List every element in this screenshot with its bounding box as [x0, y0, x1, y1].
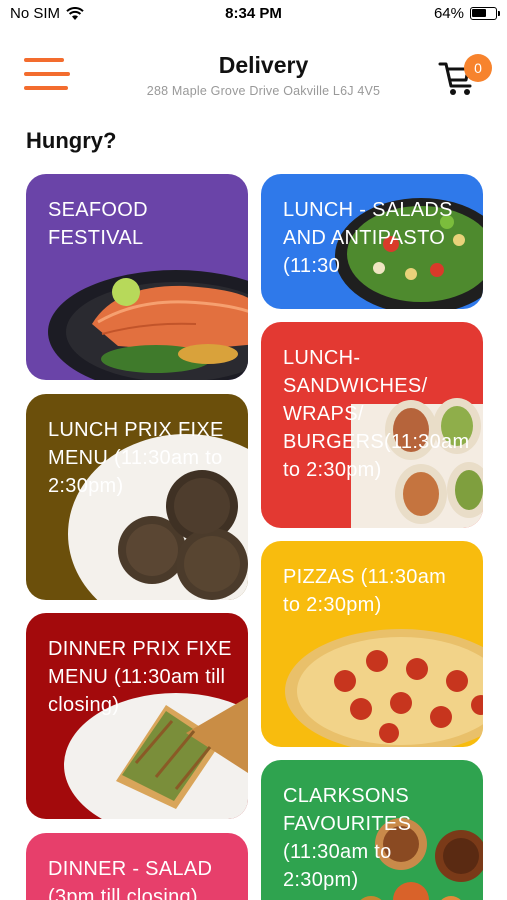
category-label: DINNER - SALAD (3pm till closing) [48, 858, 213, 900]
category-label: LUNCH-SANDWICHES/ WRAPS/ BURGERS(11:30am… [283, 347, 470, 481]
battery-fill [472, 9, 486, 17]
battery-icon [470, 7, 500, 20]
status-time: 8:34 PM [225, 5, 282, 22]
page-title: Delivery [218, 52, 309, 78]
delivery-address[interactable]: 288 Maple Grove Drive Oakville L6J 4V5 [0, 84, 507, 98]
category-card-lunch-prix-fixe[interactable]: LUNCH PRIX FIXE MENU (11:30am to 2:30pm) [26, 394, 248, 600]
category-label: DINNER PRIX FIXE MENU (11:30am till clos… [48, 638, 232, 716]
category-card-seafood-festival[interactable]: SEAFOOD FESTIVAL [26, 174, 248, 380]
category-label: PIZZAS (11:30am to 2:30pm) [283, 566, 447, 616]
battery-percent: 64% [433, 5, 464, 22]
category-label: SEAFOOD FESTIVAL [48, 199, 148, 249]
cart-count-badge: 0 [464, 54, 492, 82]
category-card-clarksons-favourites[interactable]: CLARKSONS FAVOURITES (11:30am to 2:30pm) [261, 760, 483, 900]
category-label: LUNCH - SALADS AND ANTIPASTO (11:30 [283, 199, 453, 277]
cart-button[interactable]: 0 [438, 54, 492, 98]
category-card-dinner-salad[interactable]: DINNER - SALAD (3pm till closing) [26, 833, 248, 900]
category-card-lunch-salads[interactable]: LUNCH - SALADS AND ANTIPASTO (11:30 [261, 174, 483, 309]
app-header: Delivery 288 Maple Grove Drive Oakville … [0, 40, 507, 120]
status-right: 64% [433, 5, 500, 22]
category-card-pizzas[interactable]: PIZZAS (11:30am to 2:30pm) [261, 541, 483, 747]
category-label: CLARKSONS FAVOURITES (11:30am to 2:30pm) [283, 785, 412, 891]
category-label: LUNCH PRIX FIXE MENU (11:30am to 2:30pm) [48, 419, 224, 497]
status-bar: No SIM 8:34 PM 64% [0, 0, 507, 30]
category-card-lunch-sandwiches[interactable]: LUNCH-SANDWICHES/ WRAPS/ BURGERS(11:30am… [261, 322, 483, 528]
category-card-dinner-prix-fixe[interactable]: DINNER PRIX FIXE MENU (11:30am till clos… [26, 613, 248, 819]
section-heading: Hungry? [26, 128, 117, 153]
